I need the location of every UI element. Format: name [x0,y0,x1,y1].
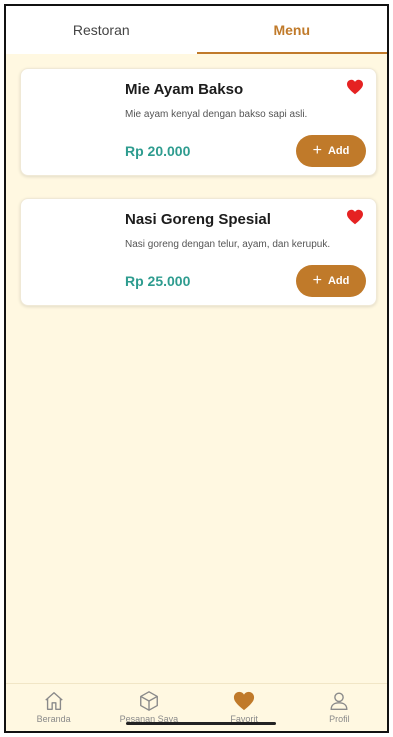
plus-icon: + [312,142,322,159]
plus-icon: + [312,272,322,289]
add-label: Add [327,275,350,287]
menu-item-name: Nasi Goreng Spesial [125,211,271,228]
add-button[interactable]: + Add [296,265,366,297]
menu-item-description: Mie ayam kenyal dengan bakso sapi asli. [125,109,308,120]
add-label: Add [327,145,350,157]
nav-item-beranda[interactable]: Beranda [6,684,101,731]
menu-item-description: Nasi goreng dengan telur, ayam, dan keru… [125,239,331,250]
user-icon [330,692,348,710]
food-image [29,79,115,165]
food-image [29,209,115,295]
nav-item-profil[interactable]: Profil [292,684,387,731]
app-screen: Restoran Menu Mie Ayam Bakso Mie ayam ke… [4,4,389,733]
menu-card[interactable]: Mie Ayam Bakso Mie ayam kenyal dengan ba… [20,68,377,176]
menu-item-price: Rp 20.000 [125,143,191,159]
favorite-heart-icon[interactable] [346,79,364,95]
bottom-navigation: Beranda Pesanan Saya Favorit Profil [6,683,387,731]
menu-list: Mie Ayam Bakso Mie ayam kenyal dengan ba… [20,68,377,328]
heart-icon [234,691,255,711]
menu-item-price: Rp 25.000 [125,273,191,289]
box-icon [139,691,158,711]
top-tabs: Restoran Menu [6,6,387,54]
favorite-heart-icon[interactable] [346,209,364,225]
menu-card[interactable]: Nasi Goreng Spesial Nasi goreng dengan t… [20,198,377,306]
add-button[interactable]: + Add [296,135,366,167]
nav-label: Beranda [36,714,71,724]
tab-menu[interactable]: Menu [196,6,388,54]
home-icon [44,692,63,710]
home-indicator [126,722,276,725]
nav-label: Profil [329,714,350,724]
menu-item-name: Mie Ayam Bakso [125,81,244,98]
tab-restoran[interactable]: Restoran [6,6,197,54]
